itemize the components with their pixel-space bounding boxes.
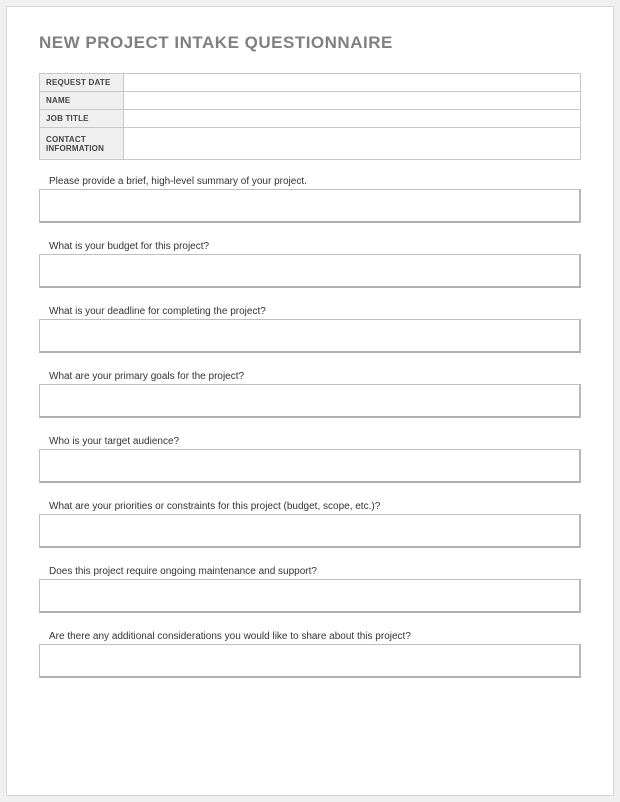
info-label: CONTACT INFORMATION [40,128,124,160]
info-row: REQUEST DATE [40,74,581,92]
info-label: JOB TITLE [40,110,124,128]
info-value[interactable] [124,110,581,128]
page-title: NEW PROJECT INTAKE QUESTIONNAIRE [39,33,581,53]
answer-input[interactable] [39,189,581,223]
question-label: Who is your target audience? [39,436,581,449]
answer-input[interactable] [39,644,581,678]
question-block: Are there any additional considerations … [39,631,581,683]
answer-input[interactable] [39,579,581,613]
info-value[interactable] [124,74,581,92]
questions-container: Please provide a brief, high-level summa… [39,176,581,683]
answer-input[interactable] [39,449,581,483]
question-block: Does this project require ongoing mainte… [39,566,581,618]
question-block: Please provide a brief, high-level summa… [39,176,581,228]
question-label: What is your budget for this project? [39,241,581,254]
question-block: Who is your target audience? [39,436,581,488]
answer-input[interactable] [39,254,581,288]
info-table: REQUEST DATENAMEJOB TITLECONTACT INFORMA… [39,73,581,160]
question-block: What is your budget for this project? [39,241,581,293]
info-label: NAME [40,92,124,110]
question-label: What are your primary goals for the proj… [39,371,581,384]
question-label: Does this project require ongoing mainte… [39,566,581,579]
info-label: REQUEST DATE [40,74,124,92]
info-row: CONTACT INFORMATION [40,128,581,160]
question-label: Please provide a brief, high-level summa… [39,176,581,189]
question-label: Are there any additional considerations … [39,631,581,644]
info-row: NAME [40,92,581,110]
answer-input[interactable] [39,384,581,418]
answer-input[interactable] [39,319,581,353]
info-row: JOB TITLE [40,110,581,128]
question-block: What are your primary goals for the proj… [39,371,581,423]
question-block: What is your deadline for completing the… [39,306,581,358]
info-value[interactable] [124,92,581,110]
question-label: What are your priorities or constraints … [39,501,581,514]
document-page: NEW PROJECT INTAKE QUESTIONNAIRE REQUEST… [6,6,614,796]
info-value[interactable] [124,128,581,160]
question-block: What are your priorities or constraints … [39,501,581,553]
answer-input[interactable] [39,514,581,548]
question-label: What is your deadline for completing the… [39,306,581,319]
